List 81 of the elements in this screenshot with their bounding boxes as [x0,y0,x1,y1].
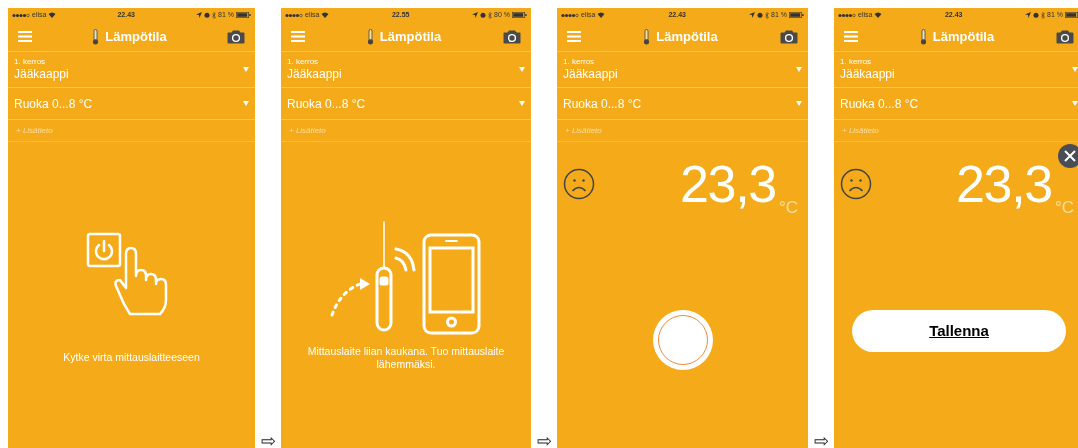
screen-title: Lämpötila [379,27,442,46]
location-arrow-icon [196,12,203,18]
bluetooth-icon [212,11,217,19]
more-info-link[interactable]: + Lisätieto [842,124,879,137]
alarm-icon [757,12,764,18]
floor-label: 1. kerros [840,57,873,67]
dropdown-caret-icon [1072,101,1078,106]
battery-icon [1065,12,1078,18]
bluetooth-icon [1041,11,1046,19]
screen-title: Lämpötila [105,27,167,46]
location-dropdown[interactable]: 1. kerros Jääkaappi [281,52,531,88]
sad-face-icon [563,168,595,200]
category-dropdown[interactable]: Ruoka 0...8 °C [557,88,808,120]
category-dropdown[interactable]: Ruoka 0...8 °C [8,88,255,120]
category-value: Ruoka 0...8 °C [563,95,642,113]
category-value: Ruoka 0...8 °C [14,95,93,113]
dropdown-caret-icon [1072,67,1078,72]
category-dropdown[interactable]: Ruoka 0...8 °C [834,88,1078,120]
thermometer-icon [919,28,927,45]
category-value: Ruoka 0...8 °C [840,95,919,113]
battery-icon [512,12,527,18]
location-value: Jääkaappi [840,67,895,82]
dropdown-caret-icon [243,101,249,106]
floor-label: 1. kerros [563,57,596,67]
sad-face-icon [840,168,872,200]
dropdown-caret-icon [796,67,802,72]
location-arrow-icon [749,12,756,18]
temperature-unit: °C [778,199,798,216]
camera-icon[interactable] [227,29,245,44]
dropdown-caret-icon [243,67,249,72]
wifi-icon [597,12,606,18]
location-arrow-icon [472,12,479,18]
save-button[interactable]: Tallenna [852,310,1066,352]
close-icon[interactable] [1058,144,1078,168]
thermometer-icon [366,28,374,45]
bluetooth-icon [765,11,770,19]
location-value: Jääkaappi [287,67,342,82]
instruction-message: Kytke virta mittauslaitteeseen [62,350,201,365]
temperature-value: 23,3 [679,158,776,210]
battery-icon [236,12,251,18]
bluetooth-icon [488,11,493,19]
alarm-icon [1033,12,1040,18]
alarm-icon [204,12,211,18]
location-value: Jääkaappi [14,67,69,82]
camera-icon[interactable] [1056,29,1074,44]
location-dropdown[interactable]: 1. kerros Jääkaappi [834,52,1078,88]
next-arrow: ⇨ [536,432,552,448]
temperature-value: 23,3 [955,158,1052,210]
more-info-link[interactable]: + Lisätieto [565,124,602,137]
signal-icon [838,12,856,18]
signal-icon [561,12,579,18]
floor-label: 1. kerros [14,57,47,67]
signal-icon [285,12,303,18]
wifi-icon [48,12,57,18]
instruction-message: Mittauslaite liian kaukana. Tuo mittauslaite lähemmäksi. [306,345,506,372]
screen-title: Lämpötila [932,27,995,46]
category-dropdown[interactable]: Ruoka 0...8 °C [281,88,531,120]
dropdown-caret-icon [796,101,802,106]
dropdown-caret-icon [519,101,525,106]
dropdown-caret-icon [519,67,525,72]
location-value: Jääkaappi [563,67,618,82]
camera-icon[interactable] [780,29,798,44]
category-value: Ruoka 0...8 °C [287,95,366,113]
screen-title: Lämpötila [656,27,718,46]
floor-label: 1. kerros [287,57,320,67]
thermometer-icon [643,28,651,45]
camera-icon[interactable] [503,29,521,44]
wifi-icon [874,12,883,18]
more-info-link[interactable]: + Lisätieto [16,124,53,137]
location-arrow-icon [1025,12,1032,18]
location-dropdown[interactable]: 1. kerros Jääkaappi [557,52,808,88]
next-arrow: ⇨ [260,432,276,448]
signal-icon [12,12,30,18]
thermometer-icon [92,28,100,45]
next-arrow: ⇨ [813,432,829,448]
more-info-link[interactable]: + Lisätieto [289,124,326,137]
temperature-unit: °C [1054,199,1074,216]
wifi-icon [321,12,330,18]
battery-icon [789,12,804,18]
alarm-icon [480,12,487,18]
location-dropdown[interactable]: 1. kerros Jääkaappi [8,52,255,88]
